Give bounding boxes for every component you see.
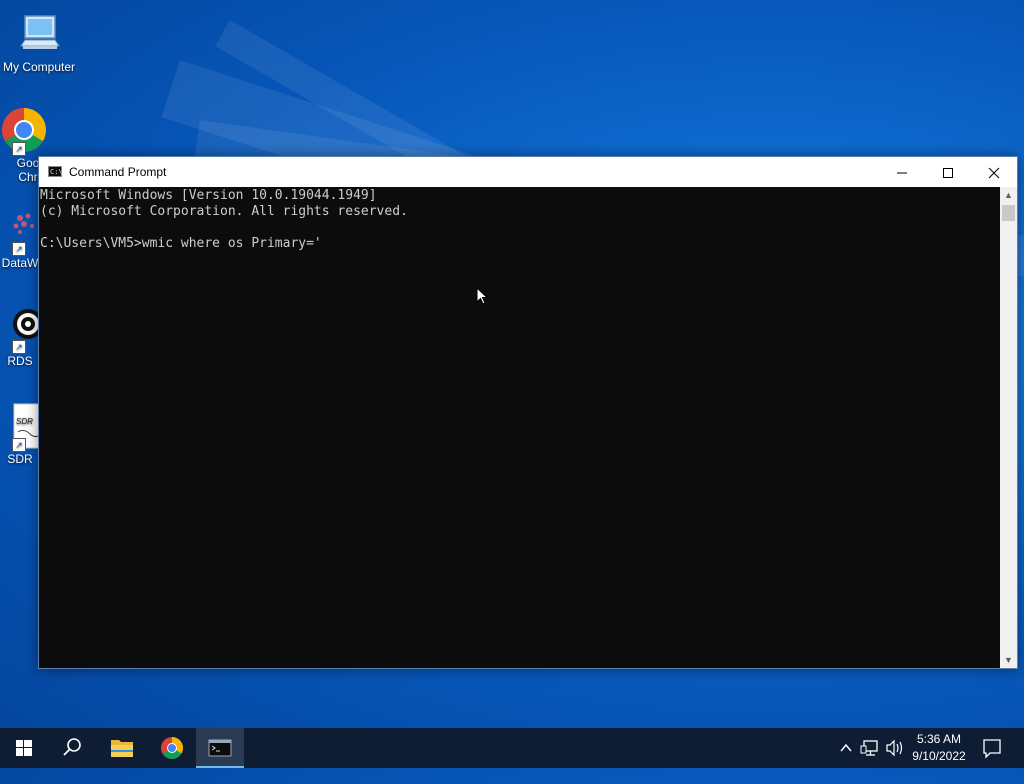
minimize-icon [897,172,907,174]
close-button[interactable] [971,157,1017,187]
search-icon [63,738,81,756]
show-hidden-icons-button[interactable] [836,728,856,768]
network-button[interactable] [860,728,882,768]
notification-icon [983,739,1001,759]
taskbar-clock[interactable]: 5:36 AM 9/10/2022 [906,731,972,765]
close-icon [988,167,1000,179]
clock-time: 5:36 AM [916,732,962,746]
scroll-down-arrow-icon[interactable]: ▼ [1000,652,1017,668]
console-line: Microsoft Windows [Version 10.0.19044.19… [40,188,377,203]
maximize-button[interactable] [925,157,971,187]
desktop-icon-label: Goo Chr [16,156,40,184]
file-explorer-button[interactable] [98,728,146,768]
shortcut-arrow-icon: ↗ [12,242,26,256]
svg-text:SDR: SDR [16,417,33,426]
shortcut-arrow-icon: ↗ [12,438,26,452]
scrollbar-thumb[interactable] [1002,205,1015,221]
chrome-icon: ↗ [0,106,48,156]
console-line: (c) Microsoft Corporation. All rights re… [40,204,408,219]
command-prompt-icon [208,739,232,757]
start-icon [16,740,32,756]
taskbar: 5:36 AM 9/10/2022 [0,728,1024,768]
desktop-icon-google-chrome[interactable]: ↗ Goo Chr [0,106,46,184]
window-title: Command Prompt [69,165,167,179]
desktop-icon-label: RDS [7,354,33,368]
vertical-scrollbar[interactable]: ▲ ▼ [1000,187,1017,668]
desktop-icon-label: SDR [7,452,33,466]
chevron-up-icon [840,743,852,752]
desktop-icon-label: My Computer [2,60,76,74]
desktop-icon-rds[interactable]: ↗ RDS [0,304,43,368]
desktop-icon-sdr[interactable]: SDR ↗ SDR [0,402,49,466]
command-prompt-taskbar-button[interactable] [196,728,244,768]
computer-icon [15,10,63,58]
volume-button[interactable] [884,728,906,768]
chrome-icon [161,737,183,759]
desktop-icon-datawrapper[interactable]: ↗ DataW [0,206,40,270]
window-titlebar[interactable]: C:\ Command Prompt [39,157,1017,187]
shortcut-arrow-icon: ↗ [12,340,26,354]
console-output[interactable]: Microsoft Windows [Version 10.0.19044.19… [39,187,1000,668]
desktop-icon-my-computer[interactable]: My Computer [0,10,78,74]
command-prompt-window[interactable]: C:\ Command Prompt Microsoft Windows [Ve… [38,156,1018,669]
file-explorer-icon [111,740,133,757]
search-button[interactable] [48,728,96,768]
clock-date: 9/10/2022 [912,749,966,763]
shortcut-arrow-icon: ↗ [12,142,26,156]
command-prompt-icon: C:\ [48,166,63,177]
start-button[interactable] [0,728,48,768]
network-icon [860,740,878,756]
mouse-cursor-icon [476,287,488,305]
console-prompt-line[interactable]: C:\Users\VM5>wmic where os Primary=' [40,236,322,252]
speaker-icon [886,739,903,757]
maximize-icon [943,168,953,179]
minimize-button[interactable] [879,157,925,187]
desktop-icon-label: DataW [1,256,39,270]
action-center-button[interactable] [978,728,1006,768]
chrome-taskbar-button[interactable] [148,728,196,768]
scroll-up-arrow-icon[interactable]: ▲ [1000,187,1017,203]
